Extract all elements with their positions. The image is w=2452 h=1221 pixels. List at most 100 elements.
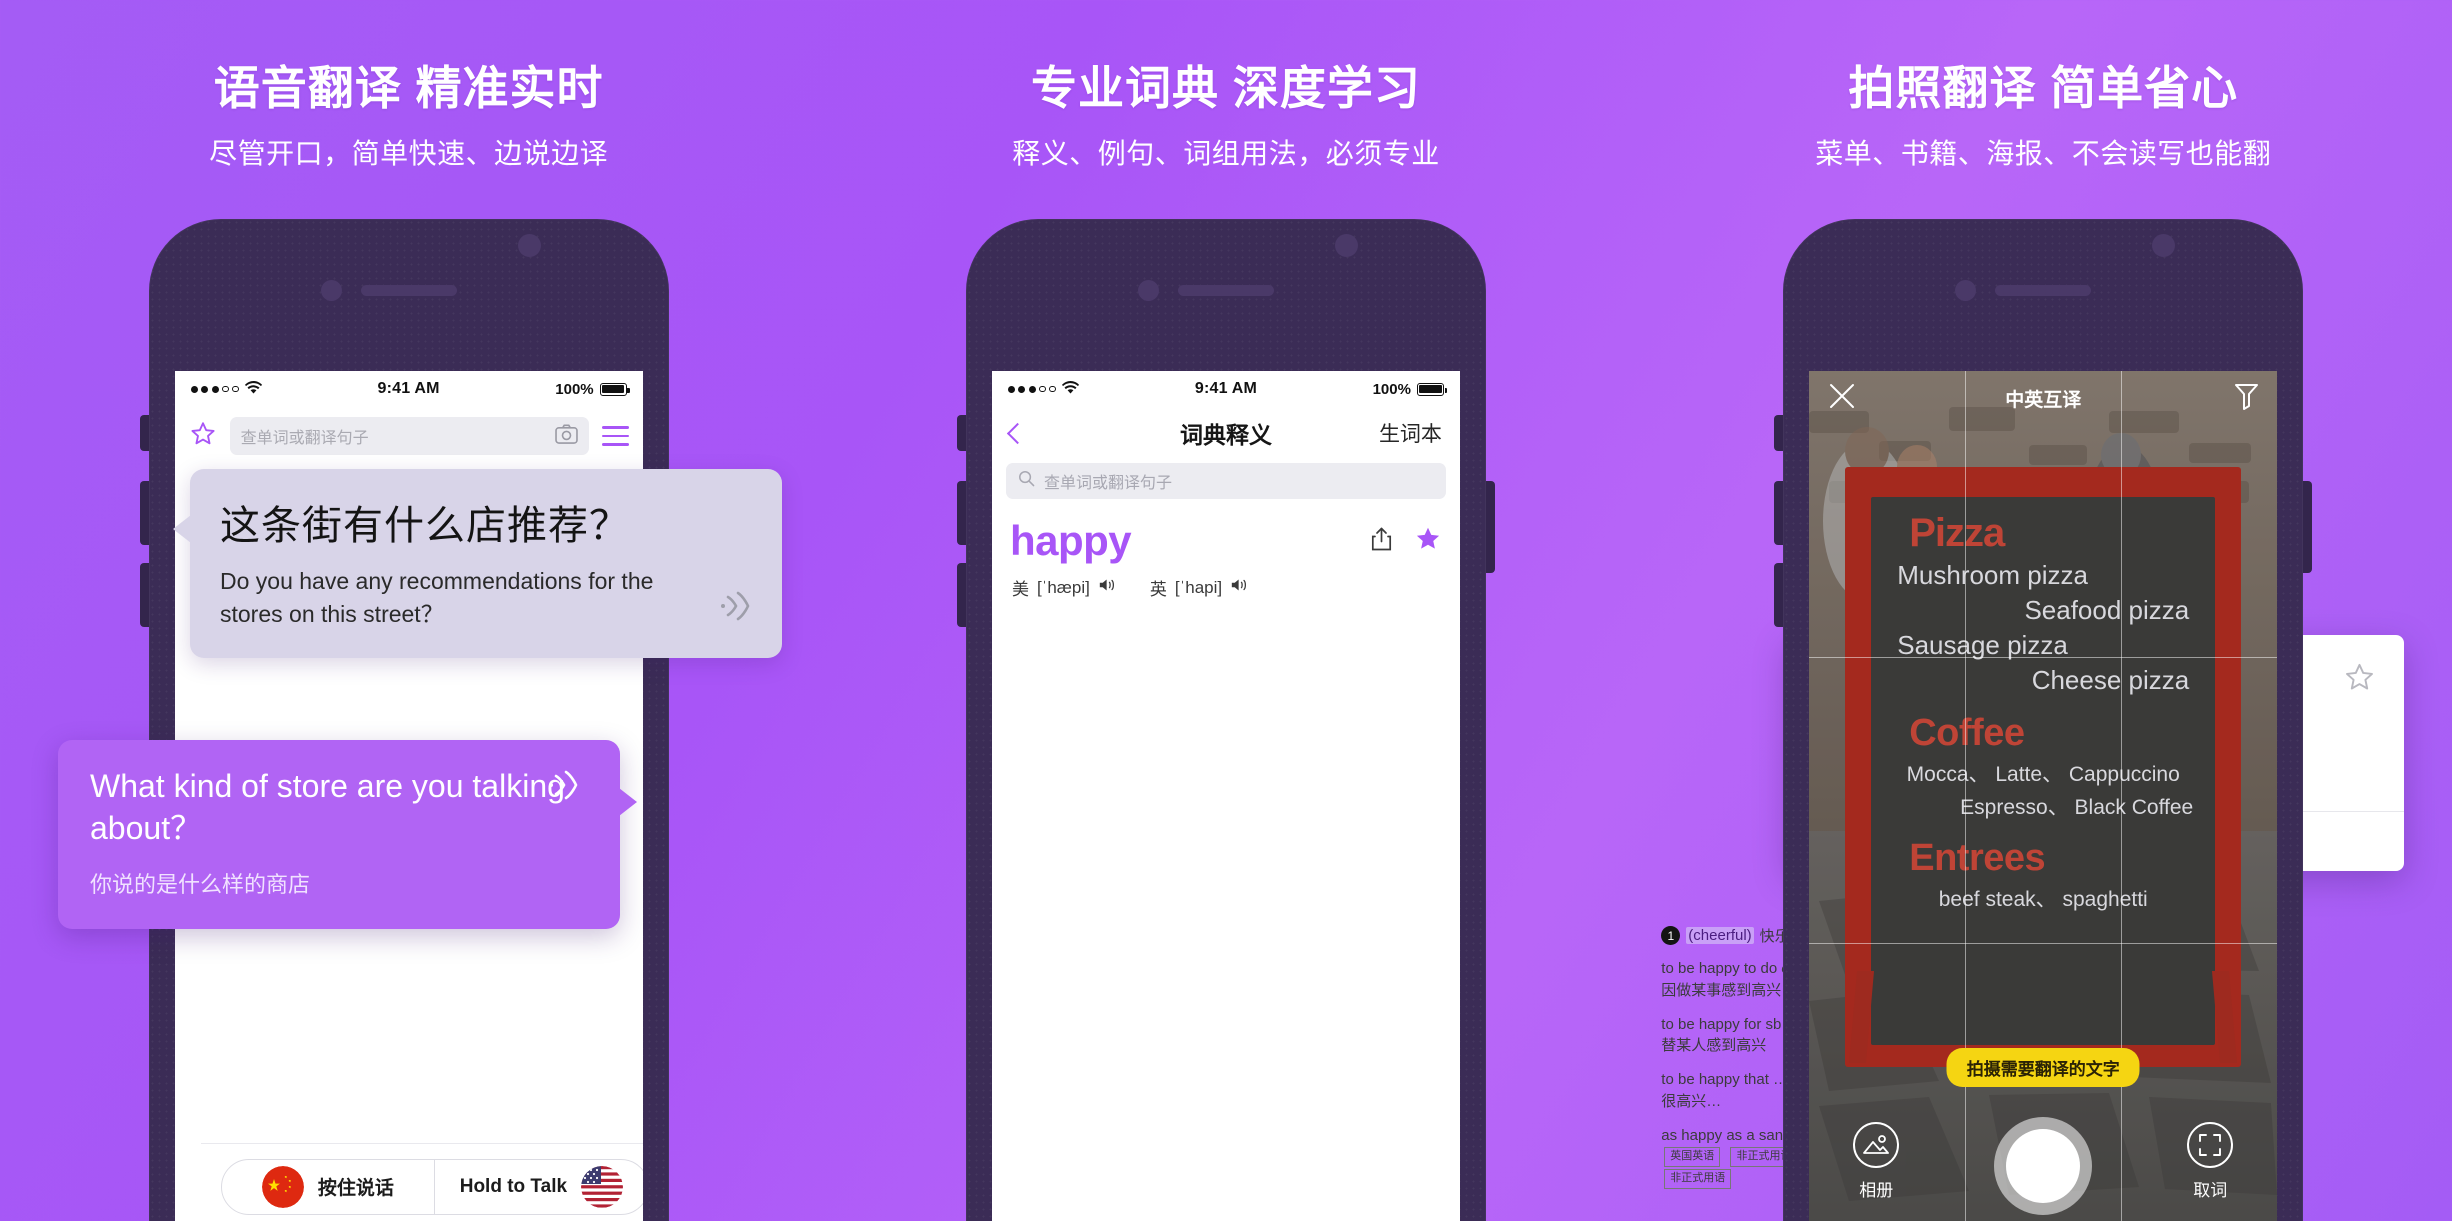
speaker-wave-icon[interactable] [718, 589, 758, 628]
grid-line-vertical [2121, 371, 2123, 1221]
board-item: Mocca、 Latte、 Cappuccino [1906, 763, 2180, 786]
camera-hint-tooltip: 拍摄需要翻译的文字 [1946, 1048, 2140, 1087]
star-filled-icon[interactable] [1414, 525, 1442, 558]
camera-icon[interactable] [554, 424, 578, 449]
pronunciation-us-ipa: [ˈhæpi] [1036, 577, 1090, 597]
board-item: Mushroom pizza [1897, 560, 2088, 590]
search-input[interactable]: 查单词或翻译句子 [229, 417, 589, 455]
photo-album-icon [1853, 1122, 1900, 1168]
pronunciation-uk-locale: 英 [1149, 580, 1167, 599]
phone-volume-up-button[interactable] [956, 481, 966, 545]
battery-icon [1416, 382, 1447, 396]
hold-to-talk-chinese-button[interactable]: 按住说话 [222, 1160, 435, 1214]
search-icon [1018, 470, 1035, 492]
phone3-screen: Pizza Mushroom pizza Seafood pizza Sausa… [1809, 371, 2278, 1221]
album-label: 相册 [1859, 1181, 1894, 1200]
panel-dictionary: 专业词典 深度学习 释义、例句、词组用法，必须专业 9:41 AM 100% 词… [817, 0, 2405, 1221]
search-placeholder: 查单词或翻译句子 [1043, 475, 1172, 492]
album-button[interactable]: 相册 [1833, 1122, 1919, 1201]
panel2-subline: 释义、例句、词组用法，必须专业 [1012, 138, 1440, 169]
panel-camera-translation: 拍照翻译 简单省心 菜单、书籍、海报、不会读写也能翻 Pizza Mushroo… [1635, 0, 2452, 1221]
board-content: Pizza Mushroom pizza Seafood pizza Sausa… [1871, 497, 2216, 1045]
phone-mute-switch[interactable] [139, 415, 149, 451]
phone-volume-down-button[interactable] [139, 563, 149, 627]
phone1-search-row: 查单词或翻译句子 [174, 407, 643, 467]
board-heading-pizza: Pizza [1909, 511, 2005, 555]
phone2-navbar: 词典释义 生词本 [991, 407, 1460, 459]
hold-to-talk-english-label: Hold to Talk [459, 1175, 568, 1197]
shutter-button[interactable] [1994, 1117, 2093, 1215]
chat-bubble-outgoing[interactable]: What kind of store are you talking about… [58, 740, 637, 930]
hold-to-talk-english-button[interactable]: Hold to Talk [434, 1159, 643, 1214]
phone2-screen: 9:41 AM 100% 词典释义 生词本 查单词或翻译句子 happy 美 [… [991, 371, 1460, 1221]
board-item: beef steak、 spaghetti [1938, 888, 2148, 911]
phone-mute-switch[interactable] [956, 415, 966, 451]
phone-speaker [1995, 285, 2092, 296]
camera-viewfinder[interactable]: Pizza Mushroom pizza Seafood pizza Sausa… [1809, 371, 2278, 1221]
pronunciation-uk[interactable]: 英 [ˈhapi] [1150, 575, 1250, 600]
chat-bubble-outgoing-secondary: 你说的是什么样的商店 [90, 872, 311, 898]
search-placeholder: 查单词或翻译句子 [240, 430, 369, 447]
speaker-wave-icon[interactable] [546, 768, 586, 807]
star-outline-icon[interactable] [189, 420, 217, 453]
phone-power-button[interactable] [2303, 481, 2313, 573]
board-item: Seafood pizza [2024, 595, 2190, 625]
pronunciation-row: 美 [ˈhæpi] 英 [ˈhapi] [992, 565, 1460, 612]
phone-front-camera [320, 280, 342, 301]
speaker-icon[interactable] [1230, 577, 1250, 598]
status-bar: 9:41 AM 100% [991, 371, 1460, 407]
board-heading-entrees: Entrees [1909, 837, 2046, 879]
panel1-subline: 尽管开口，简单快速、边说边译 [209, 138, 609, 169]
screenshot-root: 语音翻译 精准实时 尽管开口，简单快速、边说边译 9:41 AM 100% 查单… [0, 0, 2452, 1221]
status-time: 9:41 AM [377, 380, 440, 397]
chat-bubble-incoming[interactable]: 这条街有什么店推荐？ Do you have any recommendatio… [173, 469, 782, 659]
talk-pill: 按住说话 Hold to Talk [220, 1158, 643, 1215]
status-bar: 9:41 AM 100% [174, 371, 643, 407]
word-pick-button[interactable]: 取词 [2167, 1122, 2253, 1201]
camera-mode-title: 中英互译 [2005, 389, 2082, 411]
talk-bar: 按住说话 Hold to Talk [200, 1143, 643, 1221]
china-flag-icon [261, 1165, 304, 1208]
board-heading-coffee: Coffee [1909, 712, 2025, 754]
phone-mockup-2: 9:41 AM 100% 词典释义 生词本 查单词或翻译句子 happy 美 [… [956, 219, 1495, 1221]
pronunciation-us-locale: 美 [1011, 580, 1029, 599]
phone-volume-up-button[interactable] [1774, 481, 1784, 545]
hold-to-talk-chinese-label: 按住说话 [317, 1178, 394, 1199]
phone-volume-down-button[interactable] [1774, 563, 1784, 627]
phone-front-camera [1955, 280, 1977, 301]
phone-sensor [2152, 234, 2176, 257]
battery-icon [599, 382, 630, 396]
grid-line-horizontal [1809, 943, 2278, 944]
usa-flag-icon [581, 1165, 624, 1208]
speaker-icon[interactable] [1098, 577, 1118, 598]
chat-bubble-incoming-primary: 这条街有什么店推荐？ [220, 504, 630, 548]
phone-sensor [1334, 234, 1358, 257]
chat-bubble-outgoing-primary: What kind of store are you talking about… [90, 768, 565, 846]
hamburger-menu-icon[interactable] [601, 426, 629, 446]
grid-line-horizontal [1809, 657, 2278, 658]
panel3-headline: 拍照翻译 简单省心 [1848, 62, 2239, 114]
camera-top-bar: 中英互译 [1809, 371, 2277, 425]
grid-line-vertical [1965, 371, 1967, 1221]
phone-mute-switch[interactable] [1774, 415, 1784, 451]
crop-frame-icon [2187, 1122, 2234, 1168]
pronunciation-us[interactable]: 美 [ˈhæpi] [1012, 575, 1118, 600]
board-item: Cheese pizza [2031, 665, 2190, 695]
phone-mockup-1: 9:41 AM 100% 查单词或翻译句子 按住说话 Hold to Talk [139, 219, 678, 1221]
phone-volume-up-button[interactable] [139, 481, 149, 545]
chat-bubble-incoming-secondary: Do you have any recommendations for the … [220, 568, 654, 627]
phone-speaker [360, 285, 457, 296]
share-icon[interactable] [1371, 527, 1392, 556]
word-pick-label: 取词 [2193, 1181, 2228, 1200]
search-input[interactable]: 查单词或翻译句子 [1005, 463, 1446, 499]
panel2-headline: 专业词典 深度学习 [1031, 62, 1421, 114]
headword: happy [1009, 517, 1132, 564]
phone-mockup-3: Pizza Mushroom pizza Seafood pizza Sausa… [1774, 219, 2313, 1221]
panel-voice-translation: 语音翻译 精准实时 尽管开口，简单快速、边说边译 9:41 AM 100% 查单… [0, 0, 817, 1221]
phone-power-button[interactable] [1485, 481, 1495, 573]
board-item: Espresso、 Black Coffee [1960, 796, 2194, 819]
pronunciation-uk-ipa: [ˈhapi] [1174, 577, 1223, 597]
phone-speaker [1177, 285, 1274, 296]
page-title: 词典释义 [1179, 422, 1272, 448]
phone-volume-down-button[interactable] [956, 563, 966, 627]
